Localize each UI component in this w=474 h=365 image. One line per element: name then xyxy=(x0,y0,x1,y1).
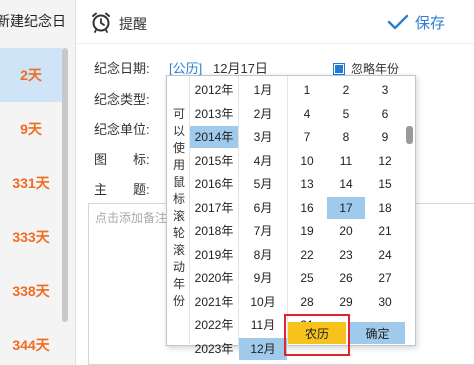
day-option[interactable]: 1 xyxy=(288,79,326,101)
day-option[interactable]: 25 xyxy=(288,267,326,289)
day-option[interactable]: 10 xyxy=(288,150,326,172)
day-option[interactable]: 30 xyxy=(366,291,404,313)
confirm-button[interactable]: 确定 xyxy=(350,322,405,344)
save-button[interactable]: 保存 xyxy=(387,8,467,36)
year-option[interactable]: 2019年 xyxy=(190,244,238,266)
anniversary-list-item[interactable]: 333天 xyxy=(0,210,62,264)
day-option[interactable]: 13 xyxy=(288,173,326,195)
day-option[interactable]: 22 xyxy=(288,244,326,266)
date-label: 纪念日期: xyxy=(94,61,150,76)
day-option[interactable]: 4 xyxy=(288,103,326,125)
day-option[interactable]: 21 xyxy=(366,220,404,242)
month-option[interactable]: 12月 xyxy=(239,337,287,360)
day-option[interactable]: 7 xyxy=(288,126,326,148)
month-option[interactable]: 3月 xyxy=(239,126,287,148)
day-option[interactable]: 14 xyxy=(327,173,365,195)
day-option[interactable]: 28 xyxy=(288,291,326,313)
list-scrollbar[interactable] xyxy=(62,48,68,322)
day-option[interactable]: 16 xyxy=(288,197,326,219)
day-option[interactable]: 27 xyxy=(366,267,404,289)
month-option[interactable]: 2月 xyxy=(239,103,287,125)
day-option[interactable]: 3 xyxy=(366,79,404,101)
month-option[interactable]: 1月 xyxy=(239,79,287,101)
picker-hint: 可以使用鼠标滚轮滚动年份 xyxy=(172,107,185,308)
alarm-clock-icon xyxy=(92,12,110,33)
date-picker-popup: 可以使用鼠标滚轮滚动年份 2012年 2013年 2014年 2015年 2016年 20… xyxy=(166,75,417,360)
anniversary-list-item[interactable]: 344天 xyxy=(0,318,62,365)
day-option[interactable]: 26 xyxy=(327,267,365,289)
day-option[interactable]: 19 xyxy=(288,220,326,242)
top-bar: 提醒 保存 xyxy=(77,0,474,44)
anniversary-list-item[interactable]: 2天 xyxy=(0,48,62,102)
month-option[interactable]: 4月 xyxy=(239,150,287,172)
remind-label[interactable]: 提醒 xyxy=(119,14,147,34)
anniversary-list-item[interactable]: 338天 xyxy=(0,264,62,318)
month-option[interactable]: 10月 xyxy=(239,291,287,313)
month-option[interactable]: 9月 xyxy=(239,267,287,289)
checkmark-icon xyxy=(387,14,409,30)
new-anniversary-button[interactable]: 新建纪念日 xyxy=(0,11,75,31)
day-option[interactable]: 11 xyxy=(327,150,365,172)
day-option[interactable]: 20 xyxy=(327,220,365,242)
day-grid[interactable]: 1 2 3 4 5 6 7 8 9 10 11 12 13 14 15 16 17 18 19 20 21 22 23 24 2… xyxy=(287,76,417,347)
anniversary-list: 新建纪念日 2天 9天 331天 333天 338天 344天 xyxy=(0,0,76,365)
year-option[interactable]: 2021年 xyxy=(190,291,238,313)
day-option[interactable]: 18 xyxy=(366,197,404,219)
month-option[interactable]: 6月 xyxy=(239,197,287,219)
anniversary-list-item[interactable]: 331天 xyxy=(0,156,62,210)
day-option[interactable]: 24 xyxy=(366,244,404,266)
month-option[interactable]: 7月 xyxy=(239,220,287,242)
month-option[interactable]: 5月 xyxy=(239,173,287,195)
day-option[interactable]: 8 xyxy=(327,126,365,148)
note-placeholder: 点击添加备注 xyxy=(95,211,168,225)
type-label: 纪念类型: xyxy=(94,92,150,107)
subject-label: 主 题: xyxy=(94,182,150,197)
day-option[interactable]: 29 xyxy=(327,291,365,313)
day-option[interactable]: 9 xyxy=(366,126,404,148)
day-option[interactable]: 17 xyxy=(327,196,365,219)
year-option[interactable]: 2014年 xyxy=(190,126,238,148)
month-option[interactable]: 8月 xyxy=(239,244,287,266)
anniversary-list-item[interactable]: 9天 xyxy=(0,102,62,156)
year-option[interactable]: 2023年 xyxy=(190,338,238,360)
day-option[interactable]: 5 xyxy=(327,103,365,125)
year-option[interactable]: 2013年 xyxy=(190,103,238,125)
day-option[interactable]: 2 xyxy=(327,79,365,101)
year-option[interactable]: 2018年 xyxy=(190,220,238,242)
day-option[interactable]: 23 xyxy=(327,244,365,266)
month-option[interactable]: 11月 xyxy=(239,314,287,336)
lunar-button[interactable]: 农历 xyxy=(288,322,346,344)
save-label: 保存 xyxy=(415,14,446,32)
picker-scrollbar[interactable] xyxy=(406,126,413,144)
year-option[interactable]: 2015年 xyxy=(190,150,238,172)
day-option[interactable]: 15 xyxy=(366,173,404,195)
icon-label: 图 标: xyxy=(94,152,150,167)
year-option[interactable]: 2016年 xyxy=(190,173,238,195)
day-option[interactable]: 6 xyxy=(366,103,404,125)
month-column[interactable]: 1月 2月 3月 4月 5月 6月 7月 8月 9月 10月 11月 12月 xyxy=(238,76,287,360)
year-option[interactable]: 2020年 xyxy=(190,267,238,289)
year-option[interactable]: 2012年 xyxy=(190,79,238,101)
year-option[interactable]: 2017年 xyxy=(190,197,238,219)
checkbox-box[interactable] xyxy=(333,62,345,75)
day-option[interactable]: 12 xyxy=(366,150,404,172)
year-option[interactable]: 2022年 xyxy=(190,314,238,336)
unit-label: 纪念单位: xyxy=(94,122,150,137)
year-column[interactable]: 2012年 2013年 2014年 2015年 2016年 2017年 2018年 2019年… xyxy=(189,76,238,356)
